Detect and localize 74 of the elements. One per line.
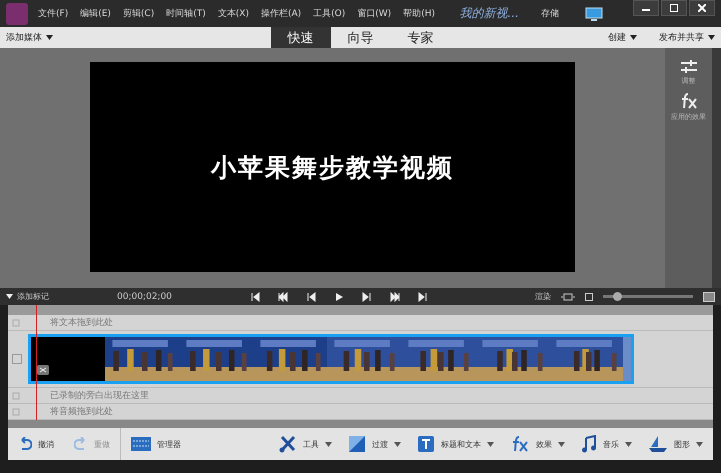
close-icon [698, 4, 706, 12]
panel-dropdown-button[interactable]: 音乐 [577, 435, 636, 453]
rewind-icon[interactable] [278, 292, 288, 302]
menu-item[interactable]: 剪辑(C) [122, 7, 154, 20]
maximize-icon [670, 4, 678, 12]
app-logo [6, 2, 28, 24]
track-hint: 将音频拖到此处 [50, 406, 113, 418]
step-forward-icon[interactable] [362, 292, 372, 302]
caret-icon [325, 442, 332, 446]
monitor-icon[interactable] [585, 6, 603, 20]
menu-item[interactable]: 文本(X) [218, 7, 249, 20]
sailboat-icon [648, 435, 668, 453]
track-icon [12, 318, 20, 326]
zoom-slider[interactable] [603, 295, 693, 298]
mode-tab[interactable]: 专家 [390, 27, 450, 48]
fast-forward-icon[interactable] [390, 292, 400, 302]
panel-dropdown-button[interactable]: 图形 [644, 435, 707, 453]
fit-icon[interactable] [561, 292, 575, 300]
go-to-start-icon[interactable] [250, 292, 260, 302]
caret-icon [6, 294, 13, 299]
transition-icon [348, 435, 366, 453]
mode-tab[interactable]: 快速 [270, 27, 330, 48]
timecode: 00;00;02;00 [117, 292, 172, 302]
close-button[interactable] [689, 0, 715, 16]
menu-item[interactable]: 帮助(H) [403, 7, 435, 20]
menu-item[interactable]: 窗口(W) [357, 7, 392, 20]
panel-dropdown-button[interactable]: 工具 [275, 435, 336, 453]
create-dropdown[interactable]: 创建 [608, 31, 637, 44]
maximize-button[interactable] [661, 0, 687, 16]
add-media-dropdown[interactable]: 添加媒体 [6, 31, 53, 44]
minimize-button[interactable] [633, 0, 659, 16]
title-icon [417, 435, 435, 453]
frame-icon[interactable] [585, 292, 593, 300]
play-icon[interactable] [334, 292, 344, 302]
go-to-end-icon[interactable] [418, 292, 428, 302]
track-hint: 已录制的旁白出现在这里 [50, 390, 149, 402]
timeline-scrollbar[interactable] [8, 420, 713, 428]
render-link[interactable]: 渲染 [535, 291, 551, 302]
caret-icon [46, 35, 53, 40]
track-hint: 将文本拖到此处 [50, 316, 113, 329]
caret-icon [394, 442, 401, 446]
publish-dropdown[interactable]: 发布并共享 [659, 31, 715, 44]
mode-tab[interactable]: 向导 [330, 27, 390, 48]
panel-dropdown-button[interactable]: 标题和文本 [413, 435, 498, 453]
step-back-icon[interactable] [306, 292, 316, 302]
video-track-icon [12, 354, 22, 364]
save-link[interactable]: 存储 [541, 7, 559, 20]
video-title-text: 小苹果舞步教学视频 [211, 152, 454, 184]
panel-icon[interactable] [703, 292, 715, 302]
caret-icon [487, 442, 494, 446]
panel-dropdown-button[interactable]: 过渡 [344, 435, 405, 453]
menu-item[interactable]: 时间轴(T) [166, 7, 206, 20]
caret-icon [625, 442, 632, 446]
scissors-icon [279, 435, 297, 453]
undo-button[interactable]: 撤消 [8, 437, 64, 451]
music-note-icon [581, 435, 597, 453]
caret-icon [558, 442, 565, 446]
organizer-icon [131, 437, 151, 451]
video-clip[interactable] [28, 334, 634, 384]
caret-icon [708, 35, 715, 40]
menu-item[interactable]: 编辑(E) [80, 7, 111, 20]
menu-item[interactable]: 文件(F) [38, 7, 68, 20]
transition-marker-icon [37, 365, 49, 375]
panel-dropdown-button[interactable]: 效果 [506, 435, 569, 453]
caret-icon [630, 35, 637, 40]
caret-icon [696, 442, 703, 446]
sliders-icon [680, 60, 698, 74]
slider-thumb[interactable] [612, 292, 622, 301]
fx-icon [510, 435, 530, 453]
menu-item[interactable]: 操作栏(A) [260, 7, 302, 20]
menu-item[interactable]: 工具(O) [313, 7, 346, 20]
project-title: 我的新视... [460, 5, 519, 22]
add-marker-dropdown[interactable]: 添加标记 [6, 291, 49, 302]
organizer-button[interactable]: 管理器 [121, 437, 191, 451]
